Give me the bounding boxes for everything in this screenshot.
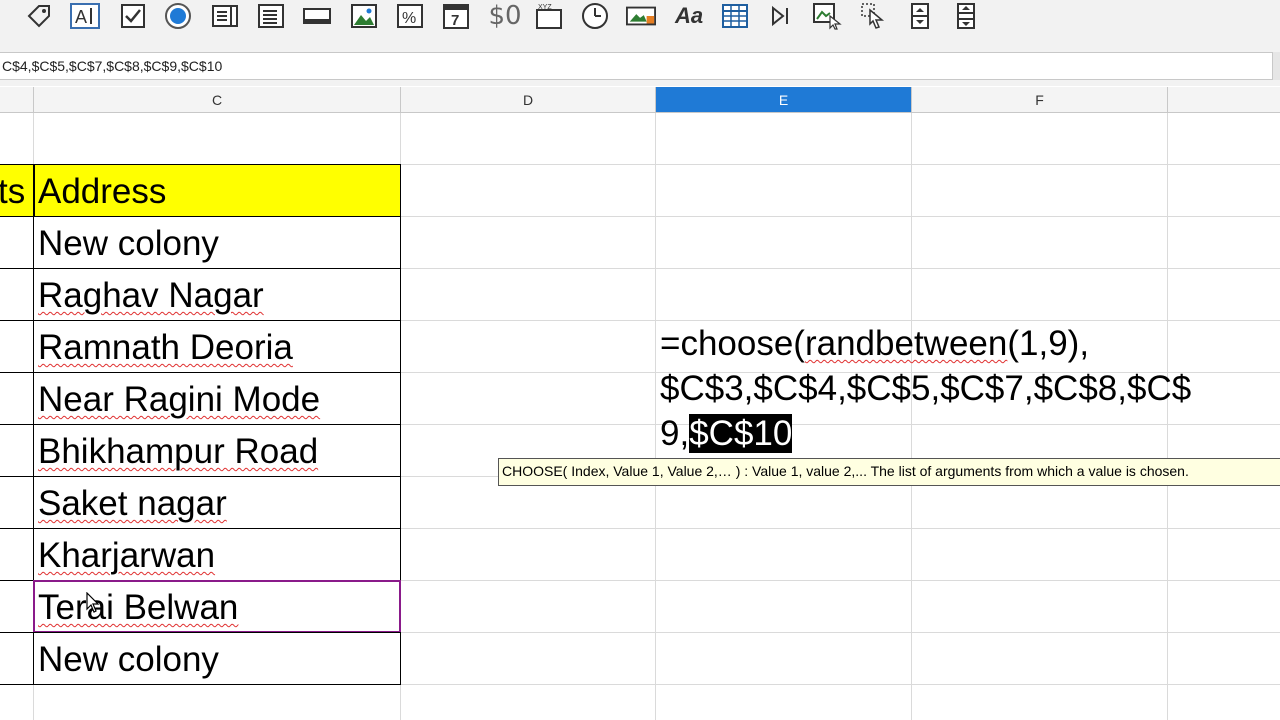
address-header: Address [38,172,167,211]
column-b-cell[interactable] [0,372,34,425]
column-b-cell[interactable] [0,528,34,581]
formula-bar: C$4,$C$5,$C$7,$C$8,$C$9,$C$10 [0,44,1280,86]
address-value: New colony [38,640,219,679]
form-controls-toolbar: A % 7 $0 XYZ Aa [0,0,1280,44]
image-control-icon[interactable] [349,2,379,30]
partial-icon[interactable] [0,2,10,30]
gridline [1167,113,1168,720]
pointer-icon[interactable] [858,2,888,30]
column-b-cell[interactable] [0,476,34,529]
address-value: Terai Belwan [38,588,239,627]
address-value: New colony [38,224,219,263]
combo-box-icon[interactable] [256,2,286,30]
svg-text:A: A [75,7,87,27]
cell-editor-line: 9,$C$10 [660,412,793,456]
address-value: Near Ragini Mode [38,380,321,419]
radio-button-icon[interactable] [163,2,193,30]
column-header-row: C D E F [0,87,1280,113]
column-header-e[interactable]: E [656,87,912,112]
checkbox-icon[interactable] [118,2,148,30]
column-header-f[interactable]: F [912,87,1168,112]
mouse-pointer-icon [86,591,100,619]
cell-editor-line: =choose(randbetween(1,9), [660,322,1089,366]
formula-bar-scroll[interactable] [1273,52,1280,80]
scrollbar-icon[interactable] [951,2,981,30]
column-header-b[interactable] [0,87,34,112]
navigation-bar-icon[interactable] [766,2,796,30]
text-field-icon[interactable]: A [70,2,100,30]
column-header-g[interactable] [1168,87,1280,112]
column-b-partial-text: ts [0,172,26,211]
date-field-icon[interactable]: 7 [441,2,471,30]
font-glyph: Aa [674,3,704,28]
svg-text:XYZ: XYZ [538,4,552,11]
column-header-c[interactable]: C [34,87,401,112]
address-value: Raghav Nagar [38,276,264,315]
tag-icon[interactable] [24,2,54,30]
column-b-cell[interactable] [0,424,34,477]
time-field-icon[interactable] [580,2,610,30]
formula-text: C$4,$C$5,$C$7,$C$8,$C$9,$C$10 [2,58,223,74]
function-tooltip: CHOOSE( Index, Value 1, Value 2,… ) : Va… [498,458,1280,486]
editor-text: 9, [660,414,690,453]
gridline [911,113,912,720]
address-value: Kharjarwan [38,536,216,575]
editor-text: (1,9), [1007,324,1090,363]
column-b-cell[interactable] [0,320,34,373]
column-b-cell[interactable] [0,216,34,269]
image-button-icon[interactable] [626,2,656,30]
spreadsheet-grid[interactable]: ts Address New colony Raghav Nagar Ramna… [0,113,1280,720]
list-box-icon[interactable] [210,2,240,30]
svg-text:7: 7 [451,12,459,29]
formatted-field-icon[interactable]: Aa [674,2,704,30]
currency-glyph: $0 [488,1,522,31]
column-b-cell[interactable] [0,268,34,321]
gridline [655,113,656,720]
column-header-d[interactable]: D [401,87,656,112]
address-value: Bhikhampur Road [38,432,319,471]
formula-input[interactable]: C$4,$C$5,$C$7,$C$8,$C$9,$C$10 [0,52,1273,80]
column-b-cell[interactable] [0,632,34,685]
editor-selected-text: $C$10 [689,414,793,453]
percent-field-icon[interactable]: % [395,2,425,30]
address-value: Saket nagar [38,484,227,523]
push-button-icon[interactable] [302,2,332,30]
svg-text:%: % [402,10,416,27]
cell-editor-line: $C$3,$C$4,$C$5,$C$7,$C$8,$C$ [660,369,1192,408]
editor-text: =choose( [660,324,805,363]
group-box-icon[interactable] [812,2,842,30]
numeric-field-icon[interactable]: XYZ [534,2,564,30]
editor-function-text: randbetween [804,324,1008,363]
spin-button-icon[interactable] [905,2,935,30]
column-b-cell[interactable] [0,580,34,633]
currency-field-icon[interactable]: $0 [486,1,524,31]
table-control-icon[interactable] [720,2,750,30]
address-value: Ramnath Deoria [38,328,293,367]
